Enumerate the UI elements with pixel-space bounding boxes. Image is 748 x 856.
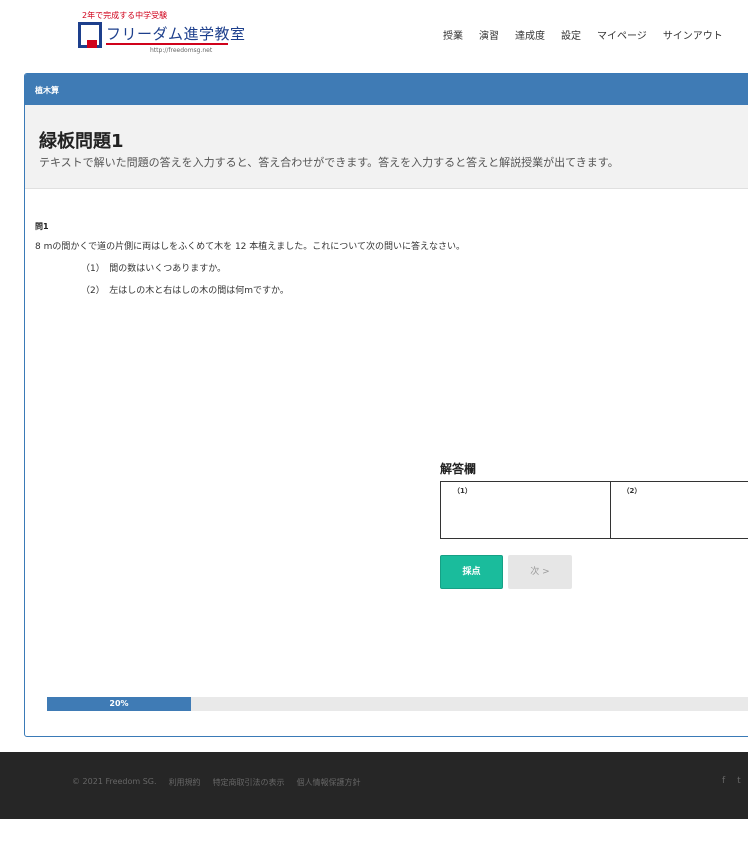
answer-field-1[interactable]: （1） <box>441 482 611 538</box>
footer-copyright: © 2021 Freedom SG. <box>72 777 157 786</box>
nav-signout[interactable]: サインアウト <box>663 27 723 42</box>
question-label: 問1 <box>35 222 49 231</box>
question-sub-1: （1） 間の数はいくつありますか。 <box>81 264 227 274</box>
site-header: 2年で完成する中学受験 フリーダム進学教室 http://freedomsg.n… <box>0 0 748 70</box>
site-footer: © 2021 Freedom SG. 利用規約 特定商取引法の表示 個人情報保護… <box>0 752 748 819</box>
answer-title: 解答欄 <box>440 462 477 476</box>
footer-link-privacy[interactable]: 個人情報保護方針 <box>297 777 361 788</box>
footer-social: f t <box>722 776 741 786</box>
logo-name: フリーダム進学教室 <box>106 25 246 43</box>
question-sub-2: （2） 左はしの木と右はしの木の間は何mですか。 <box>81 286 289 296</box>
twitter-icon[interactable]: t <box>737 776 741 786</box>
footer-link-commerce[interactable]: 特定商取引法の表示 <box>213 777 285 788</box>
logo-tagline: 2年で完成する中学受験 <box>82 11 168 20</box>
nav-mypage[interactable]: マイページ <box>597 27 647 42</box>
question-text: 8 mの間かくで道の片側に両はしをふくめて木を 12 本植えました。これについて… <box>35 242 465 252</box>
progress-bar: 20% <box>47 697 748 711</box>
answer-table: （1） （2） <box>440 481 748 539</box>
logo-underline <box>106 43 228 45</box>
title-block: 緑板問題1 テキストで解いた問題の答えを入力すると、答え合わせができます。答えを… <box>25 105 748 189</box>
grade-button[interactable]: 採点 <box>440 555 503 589</box>
answer-field-2[interactable]: （2） <box>611 482 748 538</box>
question-block: 問1 8 mの間かくで道の片側に両はしをふくめて木を 12 本植えました。これに… <box>35 221 465 296</box>
panel-heading: 植木算 <box>25 74 748 105</box>
next-button[interactable]: 次 > <box>508 555 572 589</box>
footer-link-terms[interactable]: 利用規約 <box>169 777 201 788</box>
page-description: テキストで解いた問題の答えを入力すると、答え合わせができます。答えを入力すると答… <box>39 156 619 169</box>
nav-lessons[interactable]: 授業 <box>443 27 463 42</box>
nav-practice[interactable]: 演習 <box>479 27 499 42</box>
nav-achievement[interactable]: 達成度 <box>515 27 545 42</box>
footer-links: © 2021 Freedom SG. 利用規約 特定商取引法の表示 個人情報保護… <box>72 777 373 788</box>
problem-panel: 植木算 緑板問題1 テキストで解いた問題の答えを入力すると、答え合わせができます… <box>24 73 748 737</box>
facebook-icon[interactable]: f <box>722 776 725 786</box>
logo-url: http://freedomsg.net <box>150 47 213 54</box>
nav-settings[interactable]: 設定 <box>561 27 581 42</box>
progress-fill: 20% <box>47 697 191 711</box>
site-logo[interactable]: 2年で完成する中学受験 フリーダム進学教室 http://freedomsg.n… <box>78 10 245 60</box>
logo-mark-icon <box>78 22 102 48</box>
main-nav: 授業 演習 達成度 設定 マイページ サインアウト <box>443 27 739 42</box>
page-title: 緑板問題1 <box>39 131 124 152</box>
